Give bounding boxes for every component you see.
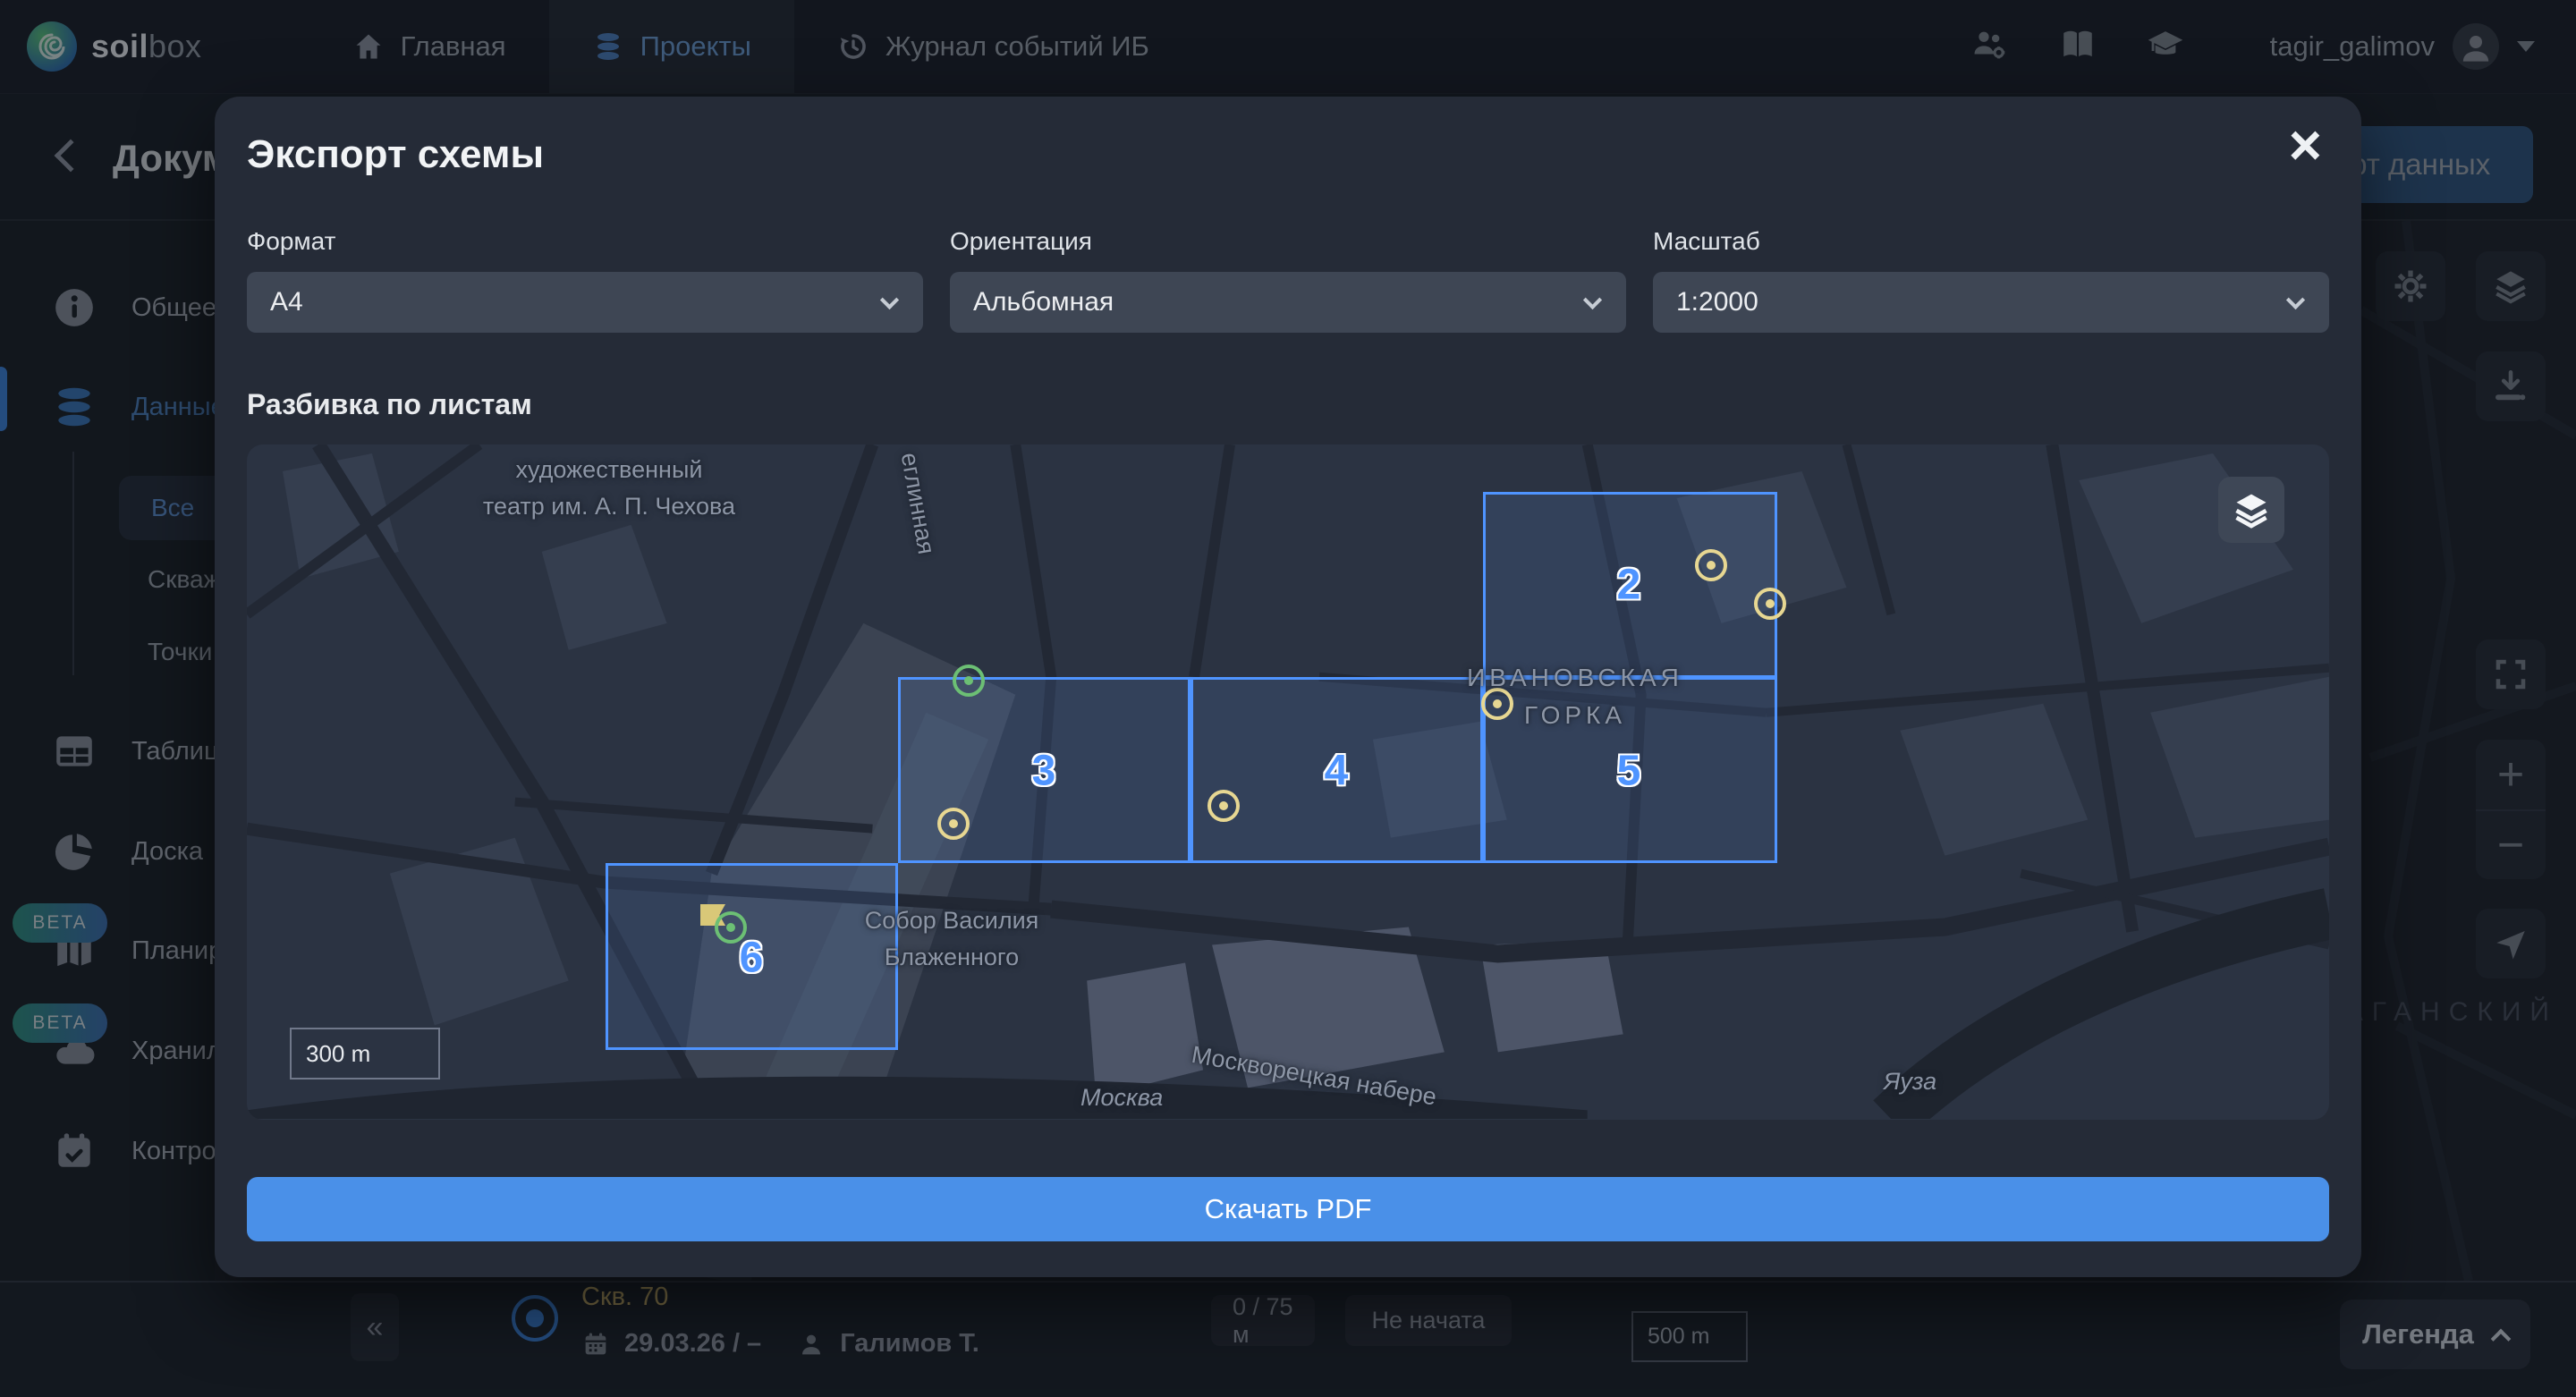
format-field: Формат A4 (247, 227, 923, 333)
yellow-point-marker-icon (1208, 790, 1240, 822)
sheet-number: 3 (1032, 747, 1056, 796)
yellow-point-marker-icon (1695, 549, 1727, 581)
format-select[interactable]: A4 (247, 272, 923, 333)
yellow-point-marker-icon (937, 808, 970, 840)
green-point-marker-icon (715, 911, 747, 944)
sheet-number: 4 (1325, 747, 1349, 796)
chevron-down-icon (880, 291, 899, 309)
modal-title: Экспорт схемы (247, 132, 2329, 177)
layers-icon (2232, 490, 2271, 529)
sheet-number: 6 (740, 934, 764, 983)
section-title: Разбивка по листам (247, 388, 2329, 421)
orientation-select[interactable]: Альбомная (950, 272, 1626, 333)
format-value: A4 (270, 287, 303, 318)
export-modal: × Экспорт схемы Формат A4 Ориентация Аль… (215, 97, 2361, 1277)
chevron-down-icon (2286, 291, 2305, 309)
close-icon[interactable]: × (2289, 116, 2322, 174)
scale-value: 1:2000 (1676, 287, 1758, 318)
field-label: Ориентация (950, 227, 1626, 256)
map-place-label: художественный театр им. А. П. Чехова (483, 452, 735, 524)
orientation-value: Альбомная (973, 287, 1114, 318)
field-label: Масштаб (1653, 227, 2329, 256)
scale-select[interactable]: 1:2000 (1653, 272, 2329, 333)
app-root: soilbox Главная Проекты (0, 0, 2576, 1397)
download-pdf-button[interactable]: Скачать PDF (247, 1177, 2329, 1241)
map-place-label: Яуза (1884, 1063, 1936, 1100)
yellow-point-marker-icon (1754, 588, 1786, 620)
scale-field: Масштаб 1:2000 (1653, 227, 2329, 333)
sheet-number: 2 (1617, 561, 1641, 610)
orientation-field: Ориентация Альбомная (950, 227, 1626, 333)
map-place-label: ИВАНОВСКАЯ ГОРКА (1467, 659, 1683, 734)
modal-map-scale-indicator: 300 m (290, 1028, 440, 1080)
green-point-marker-icon (953, 665, 985, 697)
sheet-map[interactable]: 300 m 2 3 4 5 6 художественный театр им. А. П… (247, 444, 2329, 1120)
export-options: Формат A4 Ориентация Альбомная Масштаб 1… (247, 227, 2329, 333)
map-place-label: Москва (1080, 1080, 1163, 1116)
map-place-label: Собор Василия Блаженного (865, 902, 1039, 975)
sheet-number: 5 (1617, 747, 1641, 796)
field-label: Формат (247, 227, 923, 256)
chevron-down-icon (1583, 291, 1602, 309)
modal-map-layers-button[interactable] (2218, 477, 2284, 543)
